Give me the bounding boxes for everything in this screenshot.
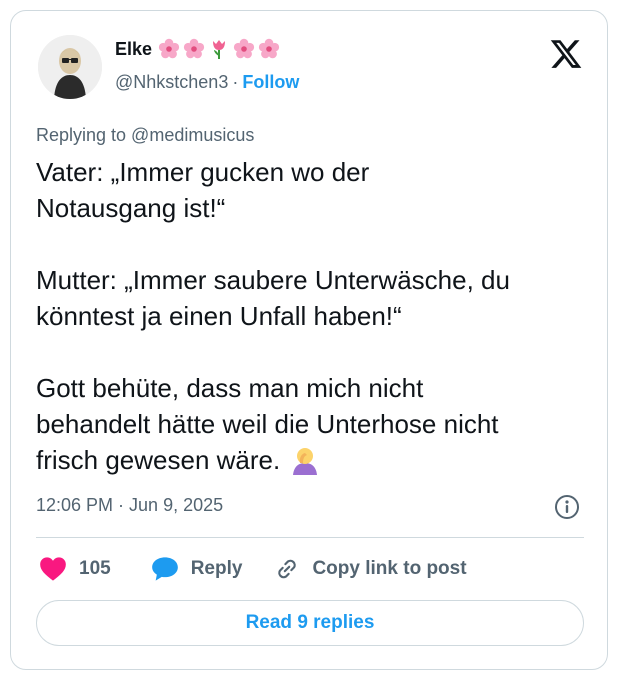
tweet-text: Vater: „Immer gucken wo der Notausgang i… [36,154,596,478]
author-handle[interactable]: @Nhkstchen3 [115,72,228,93]
author-handle-row: @Nhkstchen3 · Follow [115,72,299,93]
tweet-line: Vater: „Immer gucken wo der [36,157,370,187]
tweet-line: könntest ja einen Unfall haben!“ [36,301,402,331]
separator-dot: · [232,72,239,92]
author-name-row: Elke [115,38,280,60]
cherry-blossom-icon [183,38,205,59]
cherry-blossom-icon [258,38,280,59]
tweet-card: Elke @Nhkstchen3 · Follow Replying to @m… [10,10,608,670]
tweet-line: Gott behüte, dass man mich nicht [36,373,424,403]
replying-to-text: Replying to @medimusicus [36,125,255,145]
facepalm-emoji-icon [293,448,318,475]
tweet-line: behandelt hätte weil die Unterhose nicht [36,409,499,439]
info-icon[interactable] [554,494,580,520]
like-count: 105 [79,558,111,579]
reply-bubble-icon [151,557,178,581]
tweet-line-last: frisch gewesen wäre. [36,442,596,478]
tweet-timestamp[interactable]: 12:06 PM · Jun 9, 2025 [36,495,223,516]
author-name[interactable]: Elke [115,39,152,60]
copy-link-label: Copy link to post [312,558,467,579]
reply-button[interactable]: Reply [151,556,243,582]
cherry-blossom-icon [158,38,180,59]
avatar[interactable] [38,35,102,99]
read-replies-button[interactable]: Read 9 replies [36,600,584,646]
divider [36,537,584,538]
like-button[interactable]: 105 [39,556,111,582]
tweet-line: frisch gewesen wäre. [36,445,281,475]
copy-link-button[interactable]: Copy link to post [274,556,467,582]
link-icon [278,559,297,579]
tweet-actions: 105 Reply Copy link to post [39,555,467,583]
tulip-icon [213,40,226,59]
cherry-blossom-icon [233,38,255,59]
tweet-line: Notausgang ist!“ [36,193,226,223]
x-logo-icon[interactable] [549,37,583,71]
follow-button[interactable]: Follow [242,72,299,93]
name-emoji-group [158,38,280,60]
tweet-line: Mutter: „Immer saubere Unterwäsche, du [36,265,510,295]
heart-icon [40,557,66,581]
reply-label: Reply [190,558,243,579]
